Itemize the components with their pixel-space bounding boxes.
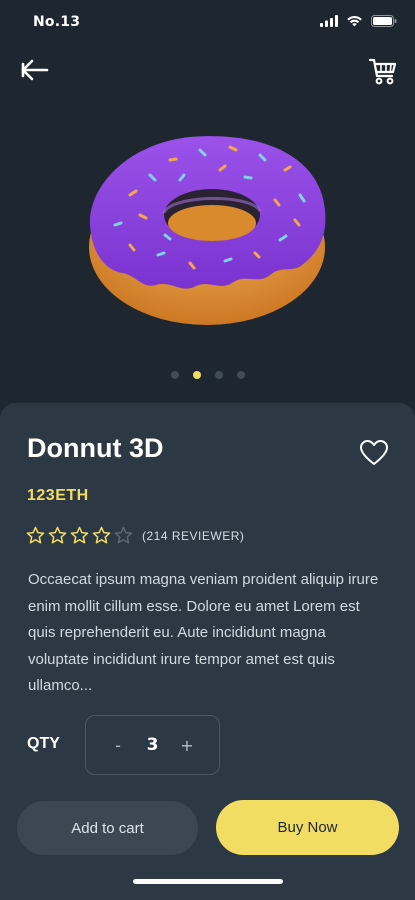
carousel-dot[interactable] [170, 371, 179, 379]
battery-icon [371, 15, 397, 27]
back-arrow-icon [21, 59, 49, 81]
increment-button[interactable]: + [179, 736, 195, 755]
buy-now-button[interactable]: Buy Now [216, 800, 399, 855]
product-description: Occaecat ipsum magna veniam proident ali… [28, 571, 379, 694]
shopping-cart-icon [368, 58, 397, 85]
rating: (214 REVIEWER) [26, 526, 244, 545]
favorite-button[interactable] [359, 439, 389, 467]
quantity-value: 3 [146, 735, 159, 755]
top-nav [0, 52, 415, 92]
wifi-icon [347, 15, 362, 27]
quantity-stepper: - 3 + [85, 715, 220, 775]
star-empty-icon [114, 526, 133, 544]
carousel-indicator [0, 371, 415, 379]
signal-icon [320, 15, 338, 27]
carousel-dot[interactable] [236, 371, 245, 379]
cart-button[interactable] [367, 54, 399, 88]
product-price: 123ETH [27, 487, 89, 504]
star-filled-icon [92, 526, 111, 544]
product-details-sheet: Donnut 3D 123ETH (214 REVIEWER) Occaecat… [0, 403, 415, 900]
quantity-label: QTY [27, 735, 60, 752]
back-button[interactable] [18, 56, 54, 86]
star-filled-icon [70, 526, 89, 544]
carousel-dot[interactable] [192, 371, 201, 379]
status-time: No.13 [33, 14, 81, 30]
add-to-cart-button[interactable]: Add to cart [17, 801, 198, 855]
star-rating [26, 526, 133, 545]
product-title: Donnut 3D [27, 433, 164, 463]
decrement-button[interactable]: - [110, 736, 126, 755]
star-filled-icon [48, 526, 67, 544]
home-indicator[interactable] [133, 879, 283, 884]
status-icons [320, 15, 397, 27]
status-bar: No.13 [0, 0, 415, 46]
carousel-dot[interactable] [214, 371, 223, 379]
reviewer-count: (214 REVIEWER) [142, 528, 245, 543]
star-filled-icon [26, 526, 45, 544]
product-image [89, 136, 326, 325]
heart-outline-icon [360, 440, 388, 465]
